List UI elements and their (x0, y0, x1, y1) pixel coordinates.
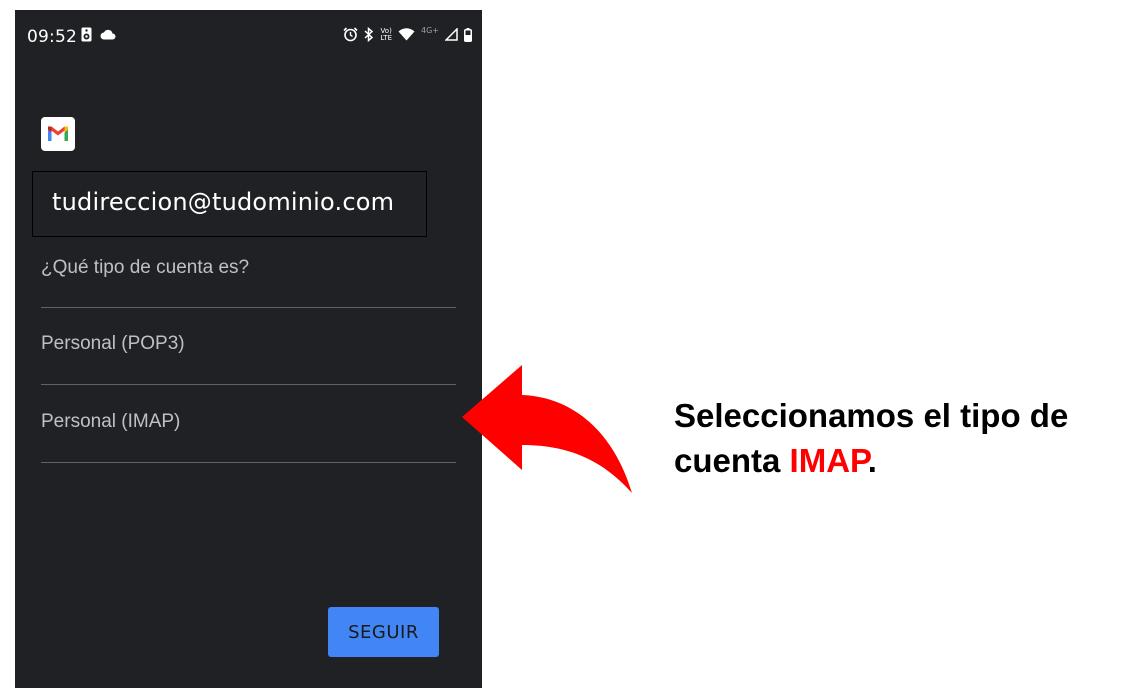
status-time: 09:52 (27, 27, 77, 47)
email-address: tudireccion@tudominio.com (52, 188, 395, 216)
option-personal-pop3[interactable]: Personal (POP3) (41, 333, 185, 355)
speaker-icon (81, 27, 92, 42)
divider (41, 462, 456, 463)
status-right-icons: Vo) LTE 4G+ (343, 26, 472, 42)
network-type: 4G+ (421, 26, 439, 35)
phone-screen: 09:52 Vo) LTE 4G+ tudireccion@tudominio.… (15, 10, 482, 688)
annotation-text: Seleccionamos el tipo de cuenta IMAP. (674, 393, 1104, 483)
option-personal-imap[interactable]: Personal (IMAP) (41, 411, 180, 433)
battery-icon (464, 27, 472, 42)
next-button[interactable]: SEGUIR (328, 607, 439, 657)
screenshot-canvas: 09:52 Vo) LTE 4G+ tudireccion@tudominio.… (0, 0, 1125, 688)
status-left-icons (81, 27, 116, 42)
alarm-icon (343, 27, 358, 42)
email-address-box: tudireccion@tudominio.com (32, 171, 427, 237)
wifi-icon (398, 28, 415, 41)
annotation-line1: Seleccionamos el tipo de (674, 397, 1069, 434)
bluetooth-icon (364, 27, 374, 42)
status-bar: 09:52 Vo) LTE 4G+ (15, 10, 482, 62)
annotation-line2-prefix: cuenta (674, 442, 790, 479)
lte-label: LTE (380, 33, 392, 42)
cloud-icon (100, 29, 116, 40)
account-type-question: ¿Qué tipo de cuenta es? (41, 257, 250, 278)
annotation-line2-suffix: . (867, 442, 877, 479)
gmail-icon (41, 117, 75, 151)
volte-icon: Vo) LTE (380, 27, 392, 42)
annotation-highlight: IMAP (789, 442, 868, 479)
signal-icon (445, 28, 458, 41)
red-curved-arrow-icon (462, 365, 632, 493)
divider (41, 307, 456, 308)
divider (41, 384, 456, 385)
